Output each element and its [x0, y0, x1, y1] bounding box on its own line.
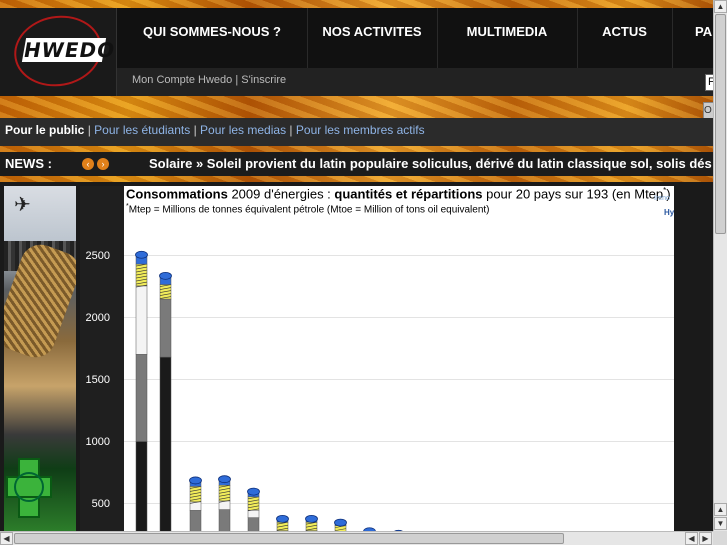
bar-segment	[135, 285, 148, 355]
y-tick-label: 500	[91, 498, 110, 510]
y-tick-label: 1000	[85, 436, 110, 448]
horizontal-scrollbar[interactable]: ◀ ◀ ▶	[0, 531, 713, 545]
y-tick-label: 2000	[85, 312, 110, 324]
chart-canvas	[124, 250, 674, 531]
bar-cap	[189, 476, 202, 485]
chart-bar-5[interactable]	[276, 514, 289, 531]
search-button[interactable]: O	[703, 102, 713, 119]
main-nav: QUI SOMMES-NOUS ? NOS ACTIVITES MULTIMED…	[117, 8, 713, 68]
scroll-down-icon[interactable]: ▼	[714, 517, 727, 530]
chart-bar-7[interactable]	[334, 518, 347, 531]
page-viewport: HWEDO QUI SOMMES-NOUS ? NOS ACTIVITES MU…	[0, 0, 713, 531]
site-header: HWEDO QUI SOMMES-NOUS ? NOS ACTIVITES MU…	[0, 8, 713, 96]
airplane-icon: ✈	[14, 194, 31, 216]
chart-bar-3[interactable]	[218, 475, 231, 531]
audience-media-link[interactable]: Pour les medias	[200, 123, 286, 137]
nav-nos-activites[interactable]: NOS ACTIVITES	[307, 8, 438, 68]
search-input[interactable]: F	[705, 74, 713, 91]
bar-segment	[135, 441, 148, 531]
fire-banner-top	[0, 0, 713, 8]
energy-chart: 2500 2000 1500 1000 500 Consommations 20…	[80, 186, 674, 531]
green-cross-icon	[6, 456, 52, 518]
chart-bar-1[interactable]	[159, 271, 172, 531]
bar-cap	[276, 514, 289, 523]
y-tick-label: 1500	[85, 374, 110, 386]
news-ticker: NEWS : ‹ › Solaire » Soleil provient du …	[0, 152, 713, 176]
scroll-up-small-icon[interactable]: ▲	[714, 503, 727, 516]
account-bar: Mon Compte Hwedo | S'inscrire F	[117, 68, 713, 96]
chart-bar-0[interactable]	[135, 250, 148, 531]
bar-segment	[189, 510, 202, 531]
logo-text: HWEDO	[21, 38, 118, 62]
bar-cap	[218, 475, 231, 484]
scroll-left-small-icon[interactable]: ◀	[685, 532, 698, 545]
audience-members-link[interactable]: Pour les membres actifs	[296, 123, 425, 137]
next-arrow-icon[interactable]: ›	[97, 158, 109, 170]
scroll-left-icon[interactable]: ◀	[0, 532, 13, 545]
vertical-scrollbar[interactable]: ▲ ▲ ▼	[713, 0, 727, 531]
news-headline[interactable]: Solaire » Soleil provient du latin popul…	[149, 156, 712, 171]
chart-bar-2[interactable]	[189, 476, 202, 531]
audience-students-link[interactable]: Pour les étudiants	[94, 123, 190, 137]
y-tick-label: 2500	[85, 250, 110, 262]
scrollbar-corner	[713, 531, 727, 545]
bar-segment	[247, 509, 260, 518]
news-label: NEWS :	[5, 156, 52, 171]
chart-bar-4[interactable]	[247, 487, 260, 531]
bar-cap	[305, 514, 318, 523]
bar-segment	[247, 517, 260, 531]
fire-banner-middle	[0, 96, 713, 118]
bar-cap	[159, 271, 172, 280]
nav-qui-sommes-nous[interactable]: QUI SOMMES-NOUS ?	[117, 8, 308, 68]
prev-arrow-icon[interactable]: ‹	[82, 158, 94, 170]
y-axis: 2500 2000 1500 1000 500	[80, 186, 124, 531]
nav-pa[interactable]: PA	[672, 8, 713, 68]
logo[interactable]: HWEDO	[0, 8, 117, 96]
audience-bar: Pour le public | Pour les étudiants | Po…	[0, 118, 713, 146]
nav-actus[interactable]: ACTUS	[577, 8, 673, 68]
horizontal-scroll-thumb[interactable]	[14, 533, 564, 544]
side-collage-image: ✈	[4, 186, 76, 531]
nav-multimedia[interactable]: MULTIMEDIA	[437, 8, 578, 68]
bar-cap	[247, 487, 260, 496]
vertical-scroll-thumb[interactable]	[715, 14, 726, 234]
audience-public[interactable]: Pour le public	[5, 123, 84, 137]
bar-cap	[334, 518, 347, 527]
scroll-right-icon[interactable]: ▶	[699, 532, 712, 545]
bar-segment	[159, 298, 172, 358]
bar-cap	[135, 250, 148, 259]
chart-bar-6[interactable]	[305, 514, 318, 531]
account-links[interactable]: Mon Compte Hwedo | S'inscrire	[132, 74, 286, 86]
scroll-up-icon[interactable]: ▲	[714, 0, 727, 13]
bar-segment	[135, 354, 148, 442]
chart-plot-area: Consommations 2009 d'énergies : quantité…	[124, 186, 674, 531]
bar-segment	[159, 356, 172, 531]
bar-segment	[218, 509, 231, 531]
main-content: ✈ 2500 2000 1500 1000 500 Consommations …	[0, 182, 713, 531]
